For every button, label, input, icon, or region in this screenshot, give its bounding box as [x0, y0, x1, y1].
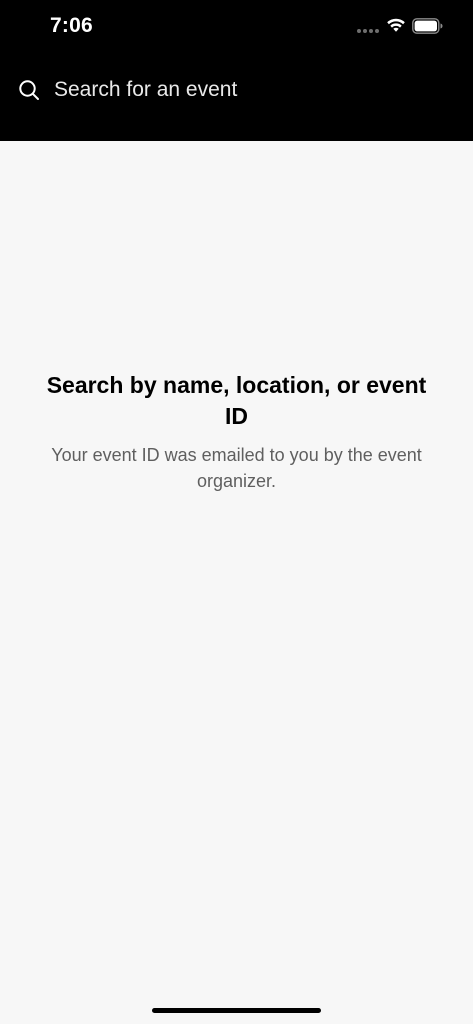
- status-bar: 7:06: [0, 0, 473, 54]
- home-indicator[interactable]: [152, 1008, 321, 1013]
- app-header: 7:06: [0, 0, 473, 141]
- search-input[interactable]: [54, 76, 454, 104]
- battery-icon: [412, 18, 443, 34]
- empty-state-subtitle: Your event ID was emailed to you by the …: [51, 445, 422, 491]
- search-icon: [19, 80, 39, 100]
- status-time: 7:06: [50, 14, 93, 37]
- signal-dots-icon: [357, 29, 381, 34]
- wifi-icon: [387, 18, 405, 32]
- search-bar[interactable]: [0, 62, 473, 118]
- empty-state: Search by name, location, or event ID Yo…: [40, 370, 433, 494]
- empty-state-title: Search by name, location, or event ID: [46, 372, 427, 429]
